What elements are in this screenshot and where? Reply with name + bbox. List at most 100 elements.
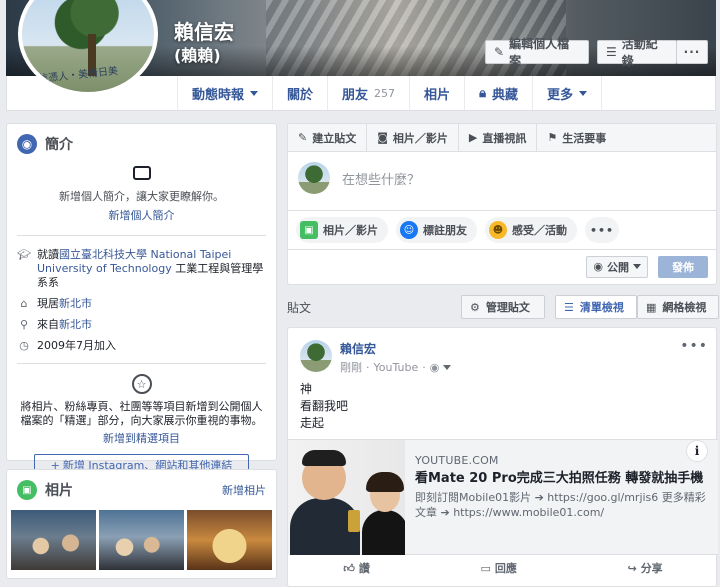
lives-in-row: ⌂ 現居新北市 — [7, 297, 276, 311]
tab-live-video[interactable]: ▶ 直播視訊 — [459, 124, 538, 151]
preview-source: YOUTUBE.COM — [415, 454, 499, 467]
caret-down-icon — [250, 90, 259, 96]
list-icon: ☰ — [564, 300, 574, 314]
caret-down-icon — [579, 90, 588, 96]
preview-body: YOUTUBE.COM 看Mate 20 Pro完成三大拍照任務 轉發就抽手機 … — [405, 440, 718, 554]
add-featured-link[interactable]: 新增到精選項目 — [7, 430, 276, 446]
comment-icon: ▭ — [480, 561, 491, 575]
post-header: 賴信宏 剛剛 · YouTube · ◉ — [288, 328, 716, 375]
divider — [17, 235, 266, 236]
star-icon: ☆ — [131, 374, 152, 394]
comment-button[interactable]: ▭ 回應 — [480, 560, 516, 576]
globe-icon: ◉ — [593, 260, 603, 273]
preview-description: 即刻訂閱Mobile01影片 ➔ https://goo.gl/mrjis6 更… — [415, 491, 706, 519]
photo-icon: ▣ — [17, 480, 37, 500]
composer-footer: ◉ 公開 發佈 — [288, 249, 716, 283]
composer-more-button[interactable]: ••• — [585, 217, 619, 243]
photos-header: ▣ 相片 新增相片 — [7, 470, 276, 510]
tab-archive[interactable]: 🔒︎ 典藏 — [464, 76, 532, 110]
status-input[interactable]: 在想些什麼？ — [342, 169, 420, 188]
caret-down-icon[interactable] — [443, 364, 452, 370]
edit-profile-button[interactable]: ✎ 編輯個人檔案 — [485, 37, 589, 68]
globe-icon: ◉ — [429, 360, 440, 374]
tab-photo-video[interactable]: ◙ 相片／影片 — [367, 124, 459, 151]
friends-count: 257 — [374, 86, 396, 100]
tag-person-icon: ☺ — [400, 221, 418, 239]
hometown-link[interactable]: 新北市 — [59, 318, 92, 331]
profile-alt-name: (賴賴) — [174, 46, 221, 65]
post-author[interactable]: 賴信宏 — [340, 340, 451, 357]
featured-text: 將相片、粉絲專頁、社團等等項目新增到公開個人檔案的「精選」部分，向大家展示你重視… — [20, 400, 263, 427]
divider — [17, 363, 266, 364]
preview-title[interactable]: 看Mate 20 Pro完成三大拍照任務 轉發就抽手機 — [415, 470, 706, 487]
location-pin-icon: ⚲ — [19, 318, 29, 331]
post-via: YouTube — [373, 360, 419, 374]
avatar[interactable] — [300, 340, 332, 372]
posts-bar: 貼文 ⚙ 管理貼文 ☰ 清單檢視 ▦ 網格檢視 — [287, 295, 719, 319]
tab-photos[interactable]: 相片 — [409, 76, 464, 110]
tab-create-post[interactable]: ✎ 建立貼文 — [288, 124, 368, 151]
tab-timeline[interactable]: 動態時報 — [177, 76, 272, 110]
photos-card: ▣ 相片 新增相片 — [6, 469, 277, 579]
link-preview[interactable]: YOUTUBE.COM 看Mate 20 Pro完成三大拍照任務 轉發就抽手機 … — [288, 439, 718, 555]
post-button[interactable]: 發佈 — [658, 255, 708, 278]
tab-life-event[interactable]: ⚑ 生活要事 — [537, 124, 616, 151]
intro-header: ◉ 簡介 — [7, 124, 276, 164]
tab-friends[interactable]: 朋友 257 — [327, 76, 409, 110]
globe-icon: ◉ — [17, 134, 37, 154]
preview-thumbnail[interactable] — [288, 440, 405, 555]
photo-thumbnail[interactable] — [187, 510, 272, 570]
speech-bubble-icon — [132, 166, 151, 180]
list-view-button[interactable]: ☰ 清單檢視 — [555, 295, 637, 319]
like-button[interactable]: 👍︎ 讚 — [343, 560, 370, 576]
profile-name[interactable]: 賴信宏 — [174, 16, 234, 45]
feeling-activity-button[interactable]: ☻ 感受／活動 — [485, 217, 577, 243]
post-meta: 剛剛 · YouTube · ◉ — [340, 359, 452, 375]
pencil-icon: ✎ — [494, 45, 505, 59]
current-city-link[interactable]: 新北市 — [59, 297, 92, 310]
info-icon[interactable]: i — [686, 440, 708, 462]
graduation-cap-icon: 🎓︎ — [17, 248, 31, 261]
photo-thumbnails — [7, 510, 276, 570]
audience-selector[interactable]: ◉ 公開 — [586, 255, 648, 278]
composer-tabs: ✎ 建立貼文 ◙ 相片／影片 ▶ 直播視訊 ⚑ 生活要事 — [288, 124, 716, 152]
tab-about[interactable]: 關於 — [272, 76, 327, 110]
caret-down-icon — [633, 264, 641, 269]
photo-thumbnail[interactable] — [11, 510, 96, 570]
cover-signature: 信憑人‧美術日美 — [37, 65, 119, 86]
composer-actions: ▣ 相片／影片 ☺ 標註朋友 ☻ 感受／活動 ••• — [288, 210, 716, 249]
photo-icon: ▣ — [300, 221, 318, 239]
grid-icon: ▦ — [646, 300, 657, 314]
add-bio-link[interactable]: 新增個人簡介 — [7, 207, 276, 223]
camera-icon: ◙ — [377, 131, 388, 144]
video-camera-icon: ▶ — [468, 131, 478, 144]
settings-sliders-icon: ⚙ — [470, 300, 480, 314]
photo-video-button[interactable]: ▣ 相片／影片 — [296, 217, 388, 243]
share-icon: ↪ — [627, 561, 637, 575]
list-icon: ☰ — [606, 45, 617, 59]
tab-more[interactable]: 更多 — [532, 76, 603, 110]
manage-posts-button[interactable]: ⚙ 管理貼文 — [461, 295, 545, 319]
lock-icon: 🔒︎ — [479, 85, 486, 101]
post-time[interactable]: 剛剛 — [340, 359, 362, 375]
intro-card: ◉ 簡介 新增個人簡介，讓大家更瞭解你。 新增個人簡介 🎓︎ 就讀國立臺北科技大… — [6, 123, 277, 476]
pencil-icon: ✎ — [298, 131, 308, 144]
home-icon: ⌂ — [20, 297, 28, 310]
add-photos-link[interactable]: 新增相片 — [222, 482, 266, 498]
tag-friends-button[interactable]: ☺ 標註朋友 — [396, 217, 477, 243]
grid-view-button[interactable]: ▦ 網格檢視 — [637, 295, 719, 319]
post-text: 神 看翻我吧 走起 — [300, 382, 349, 430]
share-button[interactable]: ↪ 分享 — [627, 560, 662, 576]
intro-prompt: 新增個人簡介，讓大家更瞭解你。 — [59, 190, 224, 203]
from-row: ⚲ 來自新北市 — [7, 318, 276, 332]
post-options-button[interactable]: ••• — [680, 338, 708, 354]
composer-body[interactable]: 在想些什麼？ — [288, 152, 716, 204]
post-composer: ✎ 建立貼文 ◙ 相片／影片 ▶ 直播視訊 ⚑ 生活要事 在想些什麼？ ▣ 相片… — [287, 123, 717, 285]
activity-log-button[interactable]: ☰ 活動紀錄 — [597, 37, 677, 68]
clock-icon: ◷ — [19, 339, 29, 352]
more-options-button[interactable]: ··· — [676, 40, 708, 64]
photo-thumbnail[interactable] — [99, 510, 184, 570]
flag-icon: ⚑ — [547, 131, 558, 144]
joined-row: ◷ 2009年7月加入 — [7, 339, 276, 353]
post-actions: 👍︎ 讚 ▭ 回應 ↪ 分享 — [288, 560, 718, 576]
